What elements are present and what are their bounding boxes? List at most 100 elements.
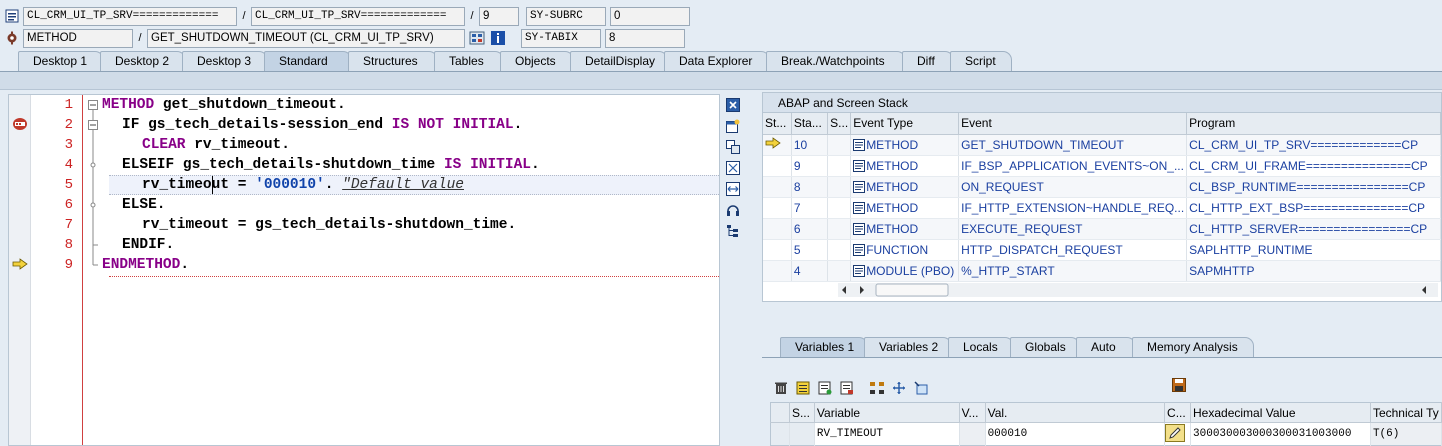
change-value-cell[interactable] [1164,422,1192,446]
program-field[interactable]: CL_CRM_UI_TP_SRV============= [251,6,465,26]
swap-tool-icon[interactable] [724,138,742,156]
event-type[interactable]: METHOD [850,176,960,198]
event-type[interactable]: METHOD [850,218,960,240]
event-type[interactable]: METHOD [850,134,960,156]
program-link[interactable]: CL_CRM_UI_FRAME===============CP [1186,155,1441,177]
hierarchy-icon[interactable] [868,379,886,397]
table-row[interactable]: 4 MODULE (PBO) %_HTTP_START SAPMHTTP [763,260,1441,282]
tab-desktop-3[interactable]: Desktop 3 [182,51,268,71]
new-window-icon[interactable] [724,117,742,135]
program-link[interactable]: SAPMHTTP [1186,260,1441,282]
event-type[interactable]: METHOD [850,155,960,177]
variable-value[interactable]: 000010 [985,422,1166,446]
event-link[interactable]: IF_HTTP_EXTENSION~HANDLE_REQ... [958,197,1188,219]
save-icon[interactable] [1172,378,1186,395]
table-row[interactable]: 8 METHOD ON_REQUEST CL_BSP_RUNTIME======… [763,176,1441,198]
breakpoint-icon[interactable] [12,117,28,134]
program-link[interactable]: CL_HTTP_SERVER================CP [1186,218,1441,240]
event-type[interactable]: METHOD [850,197,960,219]
program-link[interactable]: CL_HTTP_EXT_BSP===============CP [1186,197,1441,219]
tab-variables-1[interactable]: Variables 1 [780,337,868,357]
tab-desktop-1[interactable]: Desktop 1 [18,51,104,71]
sysfield-value-2[interactable]: 8 [605,28,685,48]
tab-detaildisplay[interactable]: DetailDisplay [570,51,668,71]
sysfield-name-1[interactable]: SY-SUBRC [526,6,606,26]
code-line-5[interactable]: rv_timeout = '000010'. "Default value [142,175,464,195]
variable-name-input[interactable]: RV_TIMEOUT [814,422,960,446]
program-link[interactable]: CL_BSP_RUNTIME================CP [1186,176,1441,198]
table-row[interactable]: 9 METHOD IF_BSP_APPLICATION_EVENTS~ON_..… [763,155,1441,177]
fold-toggle-icon[interactable] [88,95,98,115]
column-header[interactable]: S... [789,402,815,423]
event-type[interactable]: FUNCTION [850,239,960,261]
save-variables-icon[interactable] [838,379,856,397]
sysfield-value-1[interactable]: 0 [610,6,690,26]
tab-tables[interactable]: Tables [434,51,504,71]
object-list-icon[interactable] [468,29,486,47]
table-row[interactable]: 5 FUNCTION HTTP_DISPATCH_REQUEST SAPLHTT… [763,239,1441,261]
event-field[interactable]: GET_SHUTDOWN_TIMEOUT (CL_CRM_UI_TP_SRV) [147,28,465,48]
event-link[interactable]: HTTP_DISPATCH_REQUEST [958,239,1188,261]
code-line-6[interactable]: ELSE. [122,195,166,215]
table-row[interactable]: 6 METHOD EXECUTE_REQUEST CL_HTTP_SERVER=… [763,218,1441,240]
event-type[interactable]: MODULE (PBO) [850,260,960,282]
info-icon[interactable] [489,29,507,47]
fold-toggle-icon[interactable] [88,115,98,135]
variable-list-icon[interactable] [794,379,812,397]
code-line-1[interactable]: METHOD get_shutdown_timeout. [102,95,346,115]
code-line-2[interactable]: IF gs_tech_details-session_end IS NOT IN… [122,115,522,135]
pencil-icon[interactable] [1165,424,1186,442]
tab-script[interactable]: Script [950,51,1012,71]
load-variables-icon[interactable] [816,379,834,397]
code-line-4[interactable]: ELSEIF gs_tech_details-shutdown_time IS … [122,155,540,175]
event-link[interactable]: %_HTTP_START [958,260,1188,282]
tab-locals[interactable]: Locals [948,337,1014,357]
column-header[interactable]: Program [1186,113,1441,135]
event-link[interactable]: GET_SHUTDOWN_TIMEOUT [958,134,1188,156]
code-line-3[interactable]: CLEAR rv_timeout. [142,135,290,155]
close-icon[interactable] [724,96,742,114]
event-link[interactable]: ON_REQUEST [958,176,1188,198]
source-editor[interactable]: 1 2 3 4 5 6 7 8 9 METHOD get_shutdown_ti… [8,94,720,446]
kind-field[interactable]: METHOD [23,28,133,48]
column-header[interactable]: Val. [985,402,1166,423]
tab-objects[interactable]: Objects [500,51,574,71]
tree-structure-icon[interactable] [724,222,742,240]
maximize-icon[interactable] [724,159,742,177]
column-header[interactable]: Event [958,113,1188,135]
program-link[interactable]: SAPLHTTP_RUNTIME [1186,239,1441,261]
line-field[interactable]: 9 [479,6,519,26]
tab-variables-2[interactable]: Variables 2 [864,337,952,357]
column-header[interactable]: Hexadecimal Value [1190,402,1371,423]
tab-memory-analysis[interactable]: Memory Analysis [1132,337,1254,357]
delete-icon[interactable] [772,379,790,397]
column-header[interactable]: Technical Ty [1370,402,1442,423]
event-link[interactable]: IF_BSP_APPLICATION_EVENTS~ON_... [958,155,1188,177]
column-header[interactable]: Sta... [791,113,829,135]
open-detail-icon[interactable] [912,379,930,397]
table-row[interactable]: 7 METHOD IF_HTTP_EXTENSION~HANDLE_REQ...… [763,197,1441,219]
program-link[interactable]: CL_CRM_UI_TP_SRV=============CP [1186,134,1441,156]
code-line-9[interactable]: ENDMETHOD. [102,255,189,275]
column-header[interactable]: Variable [814,402,960,423]
row-selector[interactable] [770,422,790,446]
sysfield-name-2[interactable]: SY-TABIX [521,28,601,48]
tab-structures[interactable]: Structures [348,51,438,71]
horizontal-scrollbar[interactable] [838,283,1442,297]
column-header[interactable]: St... [763,113,792,135]
column-header[interactable]: Event Type [850,113,960,135]
move-icon[interactable] [890,379,908,397]
event-link[interactable]: EXECUTE_REQUEST [958,218,1188,240]
tab-diff[interactable]: Diff [902,51,954,71]
column-header[interactable]: C... [1164,402,1192,423]
tab-auto[interactable]: Auto [1076,337,1136,357]
include-field[interactable]: CL_CRM_UI_TP_SRV============= [23,6,237,26]
code-line-8[interactable]: ENDIF. [122,235,174,255]
column-header[interactable]: V... [959,402,986,423]
tab-break-watchpoints[interactable]: Break./Watchpoints [766,51,906,71]
headset-icon[interactable] [724,201,742,219]
tab-desktop-2[interactable]: Desktop 2 [100,51,186,71]
tab-data-explorer[interactable]: Data Explorer [664,51,770,71]
column-header[interactable]: S... [827,113,852,135]
code-line-7[interactable]: rv_timeout = gs_tech_details-shutdown_ti… [142,215,516,235]
